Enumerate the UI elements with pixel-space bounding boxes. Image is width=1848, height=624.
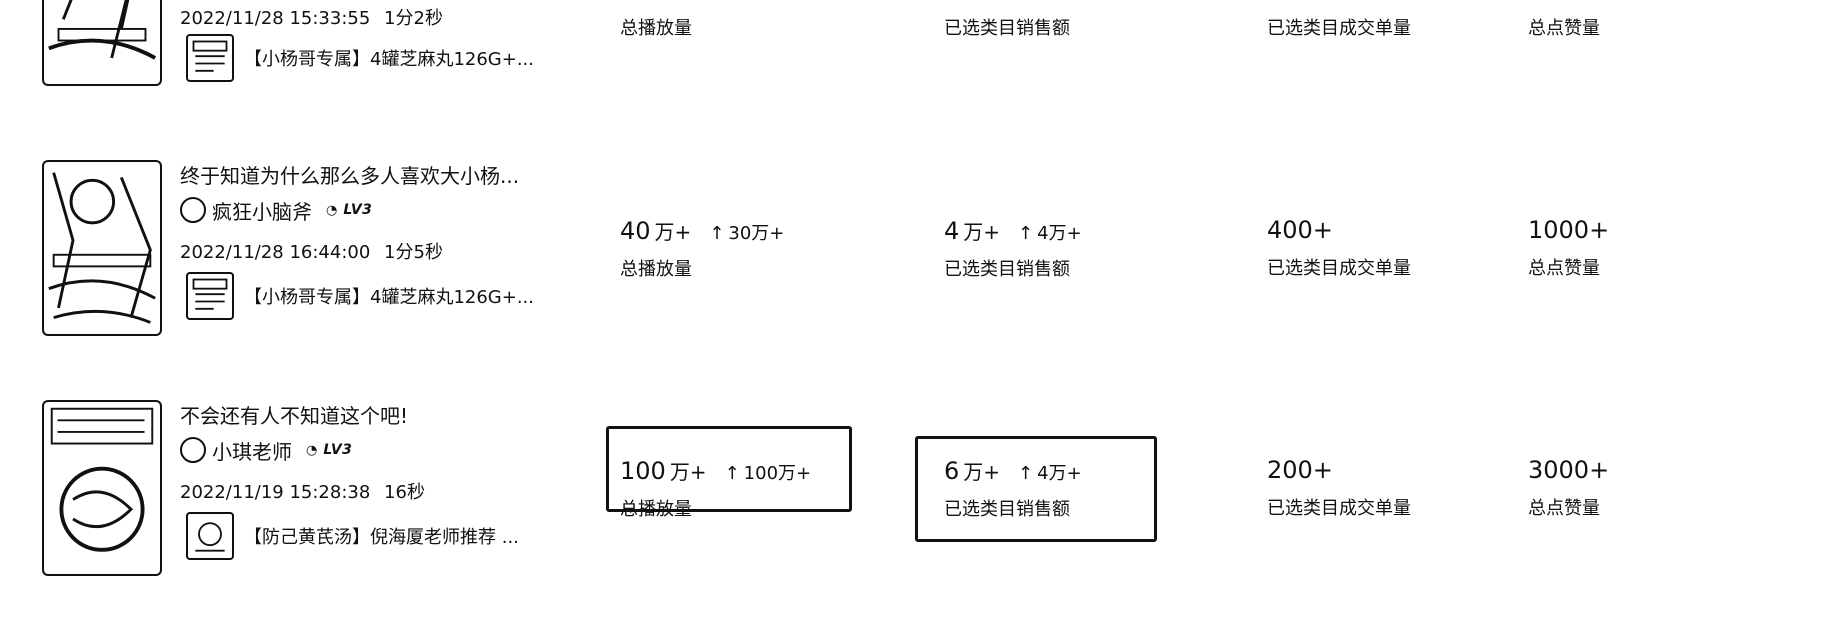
up-arrow-icon: ↑ — [1018, 223, 1034, 244]
stat-label: 已选类目销售额 — [944, 499, 1070, 520]
stat-sales: 4 万+ ↑ 4万+ 已选类目销售额 — [944, 216, 1082, 281]
stat-likes: 3000+ 总点赞量 — [1528, 456, 1609, 520]
author-level: LV3 — [323, 442, 353, 458]
video-thumbnail-image — [50, 407, 154, 552]
video-date: 2022/11/28 15:33:55 — [180, 8, 371, 29]
stat-label: 总播放量 — [620, 499, 692, 520]
video-thumbnail-image — [48, 172, 156, 324]
stat-orders: 200+ 已选类目成交单量 — [1267, 456, 1411, 520]
video-author[interactable]: 疯狂小脑斧 ◔ LV3 — [180, 196, 372, 224]
stat-label: 已选类目成交单量 — [1267, 258, 1411, 279]
video-thumbnail[interactable] — [42, 0, 162, 86]
stat-value: 100 — [620, 457, 666, 485]
author-name: 小琪老师 — [212, 439, 292, 464]
video-thumbnail[interactable] — [42, 400, 162, 576]
stat-value: 40 — [620, 217, 651, 245]
stat-label: 总点赞量 — [1528, 18, 1600, 39]
video-thumbnail-image — [48, 0, 157, 60]
product-link[interactable]: 【小杨哥专属】4罐芝麻丸126G+... — [186, 272, 534, 320]
author-name: 疯狂小脑斧 — [212, 199, 312, 224]
video-duration: 16秒 — [384, 482, 425, 503]
stat-value: 1000+ — [1528, 216, 1610, 244]
product-name: 【小杨哥专属】4罐芝麻丸126G+... — [244, 49, 535, 70]
stat-label: 已选类目成交单量 — [1267, 498, 1411, 519]
product-name: 【防己黄芪汤】倪海厦老师推荐 ... — [244, 527, 519, 548]
video-meta: 2022/11/28 16:44:00 1分5秒 — [180, 238, 443, 264]
stat-unit: 万+ — [963, 220, 1001, 244]
stat-orders: 400+ 已选类目成交单量 — [1267, 216, 1411, 280]
video-duration: 1分5秒 — [384, 242, 443, 263]
product-thumbnail — [186, 34, 234, 82]
stat-label: 已选类目成交单量 — [1267, 18, 1411, 39]
stat-unit: 万+ — [963, 460, 1001, 484]
video-duration: 1分2秒 — [384, 8, 443, 29]
product-link[interactable]: 【小杨哥专属】4罐芝麻丸126G+... — [186, 34, 534, 82]
video-thumbnail[interactable] — [42, 160, 162, 336]
stat-plays: 100 万+ ↑ 100万+ 总播放量 — [620, 456, 811, 521]
stat-orders: 已选类目成交单量 — [1267, 14, 1411, 40]
stat-delta: 4万+ — [1037, 223, 1082, 244]
stat-delta: 100万+ — [743, 463, 812, 484]
stat-plays: 40 万+ ↑ 30万+ 总播放量 — [620, 216, 784, 281]
stat-unit: 万+ — [669, 460, 707, 484]
author-avatar — [180, 197, 206, 223]
stat-value: 400+ — [1267, 216, 1333, 244]
video-row[interactable]: 终于知道为什么那么多人喜欢大小杨... 疯狂小脑斧 ◔ LV3 2022/11/… — [0, 160, 1848, 336]
video-meta: 2022/11/19 15:28:38 16秒 — [180, 478, 425, 504]
video-row[interactable]: 2022/11/28 15:33:55 1分2秒 【小杨哥专属】4罐芝麻丸126… — [0, 0, 1848, 160]
stat-label: 总点赞量 — [1528, 498, 1600, 519]
video-title[interactable]: 终于知道为什么那么多人喜欢大小杨... — [180, 160, 519, 189]
up-arrow-icon: ↑ — [709, 223, 725, 244]
stat-delta: 4万+ — [1037, 463, 1082, 484]
product-thumbnail — [186, 272, 234, 320]
level-badge-icon: ◔ — [326, 202, 338, 218]
product-link[interactable]: 【防己黄芪汤】倪海厦老师推荐 ... — [186, 512, 519, 560]
stat-value: 6 — [944, 457, 960, 485]
stat-label: 总播放量 — [620, 259, 692, 280]
stat-plays: 总播放量 — [620, 14, 692, 40]
video-author[interactable]: 小琪老师 ◔ LV3 — [180, 436, 352, 464]
product-name: 【小杨哥专属】4罐芝麻丸126G+... — [244, 287, 535, 308]
author-avatar — [180, 437, 206, 463]
stat-value: 4 — [944, 217, 960, 245]
up-arrow-icon: ↑ — [724, 463, 740, 484]
stat-label: 总点赞量 — [1528, 258, 1600, 279]
stat-sales: 6 万+ ↑ 4万+ 已选类目销售额 — [944, 456, 1082, 521]
video-date: 2022/11/28 16:44:00 — [180, 242, 371, 263]
stat-delta: 30万+ — [728, 223, 785, 244]
stat-sales: 已选类目销售额 — [944, 14, 1070, 40]
video-meta: 2022/11/28 15:33:55 1分2秒 — [180, 4, 443, 30]
stat-likes: 总点赞量 — [1528, 14, 1600, 40]
stat-value: 3000+ — [1528, 456, 1610, 484]
video-row[interactable]: 不会还有人不知道这个吧! 小琪老师 ◔ LV3 2022/11/19 15:28… — [0, 400, 1848, 576]
up-arrow-icon: ↑ — [1018, 463, 1034, 484]
video-title[interactable]: 不会还有人不知道这个吧! — [180, 400, 408, 429]
stat-likes: 1000+ 总点赞量 — [1528, 216, 1609, 280]
product-thumbnail — [186, 512, 234, 560]
stat-label: 总播放量 — [620, 18, 692, 39]
stat-label: 已选类目销售额 — [944, 259, 1070, 280]
author-level: LV3 — [343, 202, 373, 218]
level-badge-icon: ◔ — [306, 442, 318, 458]
stat-unit: 万+ — [654, 220, 692, 244]
video-date: 2022/11/19 15:28:38 — [180, 482, 371, 503]
stat-label: 已选类目销售额 — [944, 18, 1070, 39]
stat-value: 200+ — [1267, 456, 1333, 484]
